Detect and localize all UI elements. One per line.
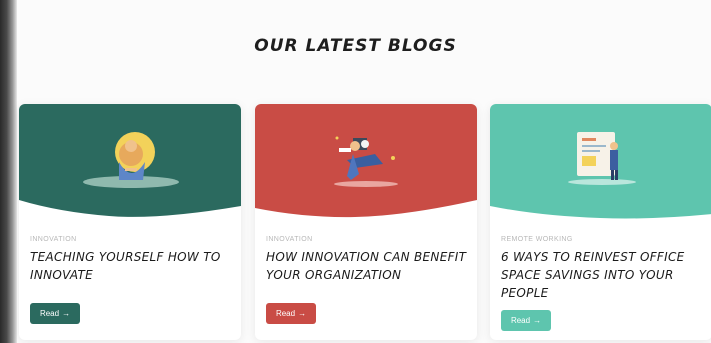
blog-section: OUR LATEST BLOGS INNOVATION TEACHING YOU… [0,0,711,343]
read-button[interactable]: Read → [266,303,316,324]
post-category: REMOTE WORKING [501,236,573,243]
arrow-right-icon: → [533,316,542,325]
person-with-bulb-illustration [19,104,241,217]
post-category: INNOVATION [266,236,313,243]
card-hero [255,104,477,222]
post-title[interactable]: HOW INNOVATION CAN BENEFIT YOUR ORGANIZA… [266,248,471,284]
read-button[interactable]: Read → [30,303,80,324]
blog-card[interactable]: REMOTE WORKING 6 WAYS TO REINVEST OFFICE… [490,104,711,340]
post-category: INNOVATION [30,236,77,243]
blog-card[interactable]: INNOVATION TEACHING YOURSELF HOW TO INNO… [19,104,241,340]
arrow-right-icon: → [298,309,307,318]
read-button[interactable]: Read → [501,310,551,331]
person-at-desk-illustration [255,104,477,218]
card-hero [19,104,241,222]
card-hero [490,104,711,222]
person-with-board-illustration [490,104,711,219]
read-button-label: Read [510,316,531,325]
read-button-label: Read [275,309,296,318]
post-title[interactable]: TEACHING YOURSELF HOW TO INNOVATE [30,248,235,284]
arrow-right-icon: → [62,309,71,318]
blog-card[interactable]: INNOVATION HOW INNOVATION CAN BENEFIT YO… [255,104,477,340]
read-button-label: Read [39,309,60,318]
post-title[interactable]: 6 WAYS TO REINVEST OFFICE SPACE SAVINGS … [501,248,706,302]
section-title: OUR LATEST BLOGS [254,36,457,56]
